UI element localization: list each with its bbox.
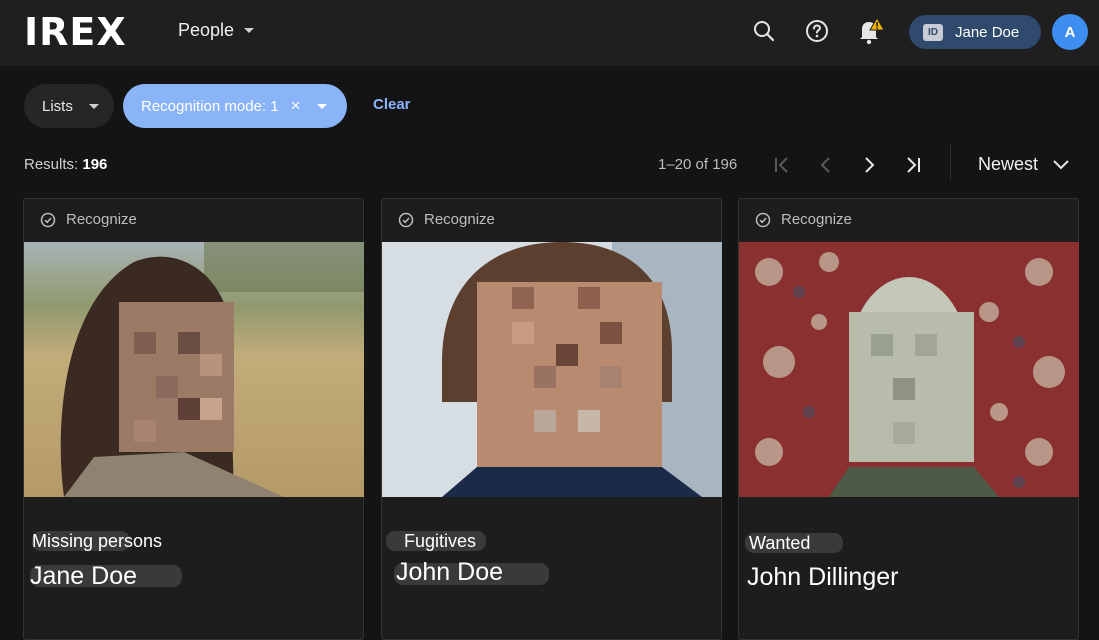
- sort-label: Newest: [978, 154, 1039, 174]
- sort-dropdown[interactable]: Newest: [978, 154, 1070, 175]
- last-page-button[interactable]: [899, 152, 927, 178]
- help-button[interactable]: [803, 16, 831, 46]
- person-card[interactable]: Recognize Wanted John Dillinger: [738, 198, 1079, 640]
- help-icon: [806, 20, 828, 42]
- recognize-button[interactable]: Recognize: [40, 211, 137, 228]
- first-page-icon: [775, 157, 788, 173]
- person-card[interactable]: Recognize Missing persons Jane Doe: [23, 198, 364, 640]
- check-circle-icon: [40, 212, 56, 227]
- user-menu-button[interactable]: ID Jane Doe: [909, 15, 1041, 49]
- user-name: Jane Doe: [955, 23, 1020, 41]
- list-label: Wanted: [749, 533, 811, 553]
- lists-filter-button[interactable]: Lists: [24, 84, 114, 128]
- avatar[interactable]: A: [1052, 14, 1088, 50]
- chevron-down-icon: [88, 103, 99, 109]
- divider: [950, 145, 951, 181]
- check-circle-icon: [398, 212, 414, 227]
- close-icon[interactable]: ×: [291, 96, 301, 116]
- recognize-label: Recognize: [424, 211, 495, 228]
- people-menu-label: People: [178, 20, 235, 40]
- top-bar: IREX People ID Jane Doe A: [0, 0, 1099, 66]
- people-menu[interactable]: People: [178, 20, 255, 41]
- recognition-mode-label: Recognition mode: 1: [141, 97, 279, 115]
- chevron-down-icon[interactable]: [316, 103, 327, 109]
- chevron-down-icon: [244, 28, 255, 33]
- recognize-button[interactable]: Recognize: [398, 211, 495, 228]
- person-photo: [24, 242, 364, 497]
- previous-page-button[interactable]: [812, 152, 840, 178]
- notifications-button[interactable]: [856, 16, 888, 46]
- person-name: Jane Doe: [30, 562, 138, 590]
- person-name: John Doe: [396, 558, 504, 586]
- results-number: 196: [82, 156, 108, 173]
- bell-alert-icon: [860, 17, 885, 45]
- list-label: Missing persons: [32, 531, 163, 551]
- person-card[interactable]: Recognize Fugitives John Doe: [381, 198, 722, 640]
- chevron-right-icon: [865, 157, 875, 173]
- list-label: Fugitives: [404, 531, 477, 551]
- chevron-down-icon: [1053, 159, 1069, 169]
- irex-logo[interactable]: IREX: [24, 12, 127, 52]
- id-card-icon: ID: [923, 23, 943, 41]
- last-page-icon: [907, 157, 920, 173]
- recognize-label: Recognize: [66, 211, 137, 228]
- person-photo: [739, 242, 1079, 497]
- results-label: Results:: [24, 156, 79, 173]
- results-count: Results: 196: [24, 156, 107, 173]
- clear-filters-link[interactable]: Clear: [373, 96, 411, 113]
- next-page-button[interactable]: [855, 152, 883, 178]
- search-icon: [754, 21, 775, 42]
- recognition-mode-chip[interactable]: Recognition mode: 1 ×: [123, 84, 347, 128]
- check-circle-icon: [755, 212, 771, 227]
- search-button[interactable]: [750, 16, 778, 46]
- first-page-button[interactable]: [768, 152, 796, 178]
- recognize-label: Recognize: [781, 211, 852, 228]
- chevron-left-icon: [820, 157, 830, 173]
- person-photo: [382, 242, 722, 497]
- person-name: John Dillinger: [747, 563, 899, 591]
- pagination-range: 1–20 of 196: [658, 156, 738, 173]
- recognize-button[interactable]: Recognize: [755, 211, 852, 228]
- lists-filter-label: Lists: [42, 97, 73, 115]
